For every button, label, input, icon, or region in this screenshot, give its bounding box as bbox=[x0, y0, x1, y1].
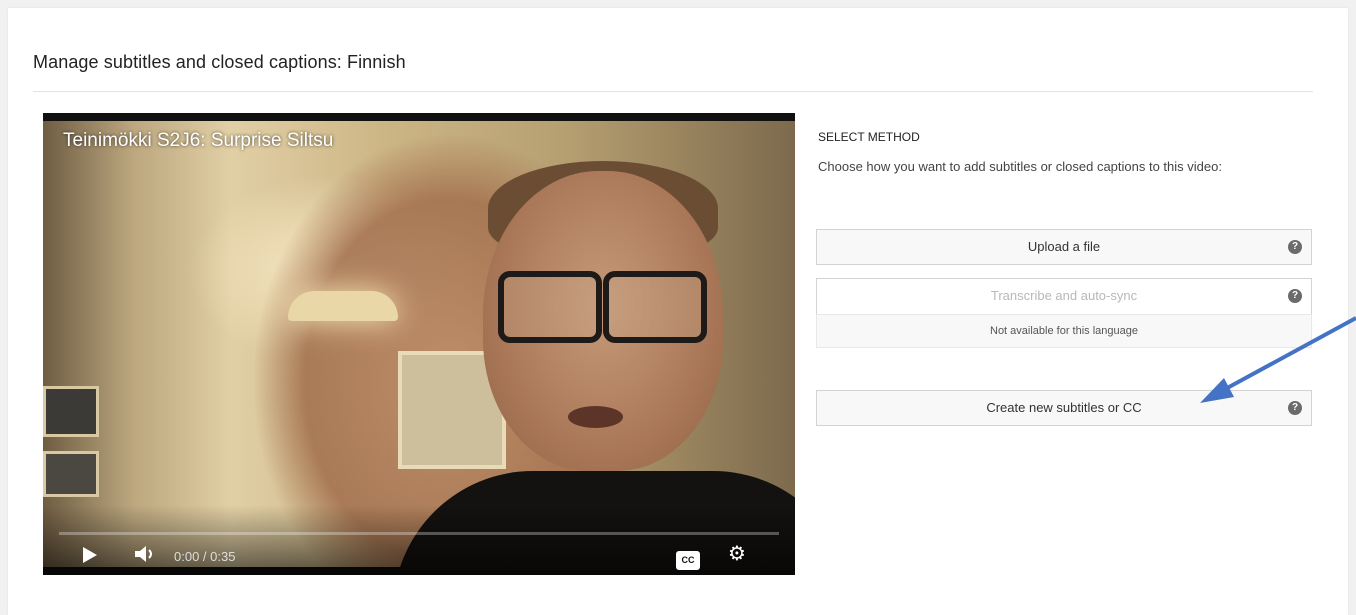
volume-icon[interactable] bbox=[135, 545, 157, 567]
upload-file-button[interactable]: Upload a file ? bbox=[816, 229, 1312, 265]
create-subtitles-button[interactable]: Create new subtitles or CC ? bbox=[816, 390, 1312, 426]
create-subtitles-label: Create new subtitles or CC bbox=[986, 400, 1142, 415]
help-icon[interactable]: ? bbox=[1288, 289, 1302, 303]
progress-bar[interactable] bbox=[59, 532, 779, 535]
page-title: Manage subtitles and closed captions: Fi… bbox=[33, 52, 406, 72]
divider bbox=[33, 91, 1313, 92]
method-description: Choose how you want to add subtitles or … bbox=[818, 159, 1222, 174]
time-display: 0:00 / 0:35 bbox=[174, 549, 236, 564]
gear-icon[interactable]: ⚙ bbox=[728, 544, 746, 564]
video-title[interactable]: Teinimökki S2J6: Surprise Siltsu bbox=[63, 130, 333, 152]
help-icon[interactable]: ? bbox=[1288, 240, 1302, 254]
video-player[interactable]: Teinimökki S2J6: Surprise Siltsu 0:00 / … bbox=[43, 113, 795, 575]
video-frame bbox=[43, 121, 795, 575]
cc-label: CC bbox=[676, 551, 700, 570]
help-icon[interactable]: ? bbox=[1288, 401, 1302, 415]
transcribe-autosync-label: Transcribe and auto-sync bbox=[990, 288, 1138, 303]
upload-file-label: Upload a file bbox=[1027, 239, 1101, 254]
play-icon[interactable] bbox=[83, 547, 97, 569]
not-available-note: Not available for this language bbox=[816, 314, 1312, 348]
method-heading: SELECT METHOD bbox=[818, 130, 920, 144]
transcribe-autosync-button: Transcribe and auto-sync ? bbox=[816, 278, 1312, 314]
cc-icon[interactable]: CC bbox=[676, 547, 700, 570]
